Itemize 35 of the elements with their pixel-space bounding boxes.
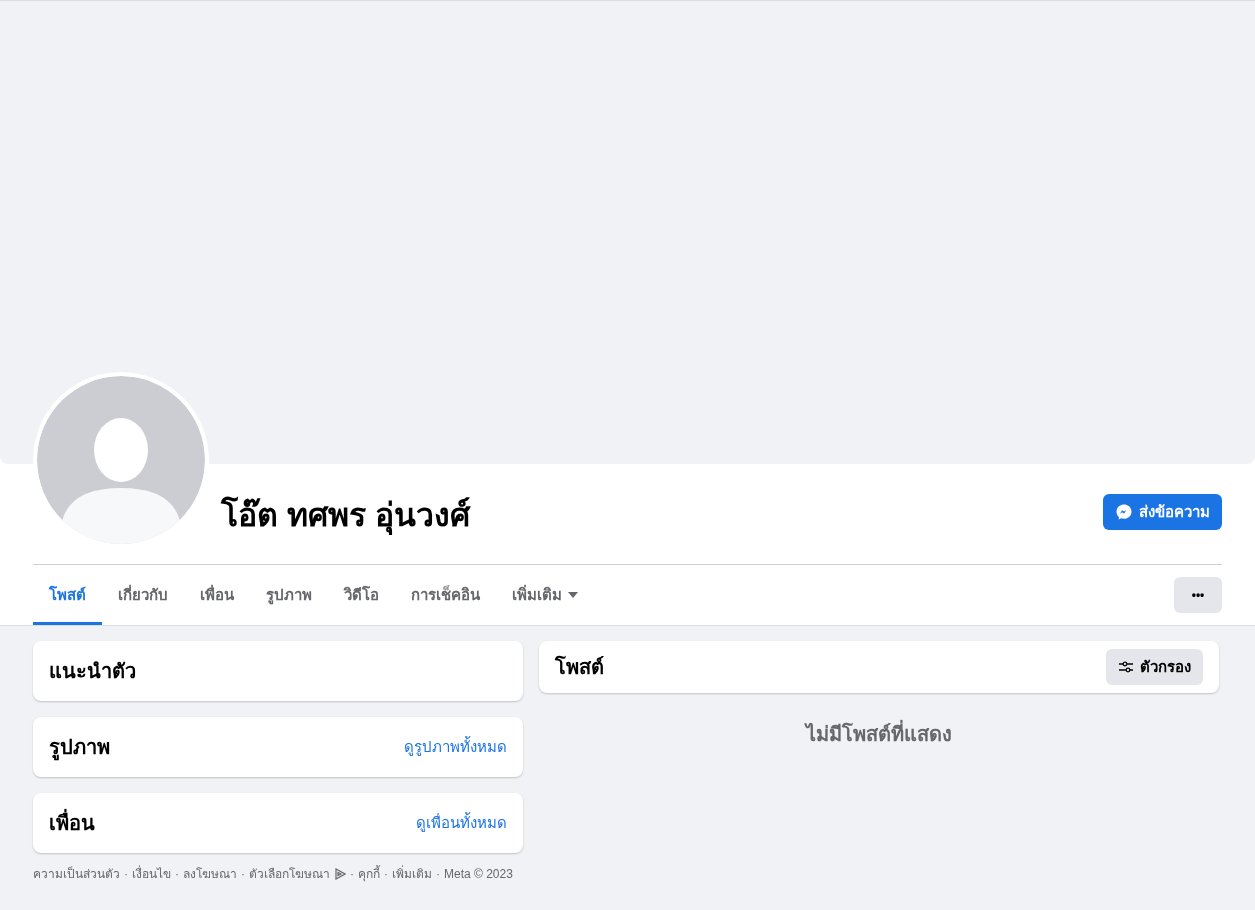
- posts-title: โพสต์: [555, 654, 604, 680]
- card-title: แนะนำตัว: [49, 659, 136, 684]
- footer-link[interactable]: ตัวเลือกโฆษณา: [249, 865, 330, 883]
- profile-tab[interactable]: เกี่ยวกับ: [102, 565, 184, 625]
- profile-tab[interactable]: โพสต์: [33, 565, 102, 625]
- filter-icon: [1118, 660, 1134, 674]
- copyright: Meta © 2023: [444, 866, 513, 883]
- profile-tab[interactable]: รูปภาพ: [250, 565, 328, 625]
- profile-tab[interactable]: วิดีโอ: [328, 565, 395, 625]
- footer-link[interactable]: คุกกี้: [358, 865, 380, 883]
- footer-separator: ·: [241, 866, 245, 883]
- card-title: เพื่อน: [49, 808, 95, 838]
- footer-separator: ·: [436, 866, 440, 883]
- profile-tab[interactable]: การเช็คอิน: [395, 565, 496, 625]
- caret-icon: [568, 592, 578, 598]
- footer-separator: ·: [124, 866, 128, 883]
- footer-link[interactable]: ความเป็นส่วนตัว: [33, 865, 120, 883]
- profile-name: โอ๊ต ทศพร อุ่นวงศ์: [221, 495, 470, 537]
- footer-link[interactable]: เงื่อนไข: [132, 865, 171, 883]
- footer-separator: ·: [384, 866, 388, 883]
- more-options-button[interactable]: •••: [1174, 577, 1222, 613]
- see-all-link[interactable]: ดูรูปภาพทั้งหมด: [404, 735, 507, 759]
- footer-link[interactable]: ลงโฆษณา: [183, 865, 237, 883]
- footer-separator: ·: [175, 866, 179, 883]
- footer-separator: ·: [350, 866, 354, 883]
- see-all-link[interactable]: ดูเพื่อนทั้งหมด: [416, 811, 507, 835]
- footer-link[interactable]: เพิ่มเติม: [392, 865, 432, 883]
- profile-tab[interactable]: เพื่อน: [184, 565, 250, 625]
- filter-button[interactable]: ตัวกรอง: [1106, 649, 1203, 685]
- card-title: รูปภาพ: [49, 732, 110, 762]
- ad-choices-icon: [334, 868, 346, 880]
- messenger-icon: [1115, 503, 1133, 521]
- profile-tab[interactable]: เพิ่มเติม: [496, 565, 594, 625]
- empty-message: ไม่มีโพสต์ที่แสดง: [806, 719, 952, 749]
- send-message-button[interactable]: ส่งข้อความ: [1103, 494, 1222, 530]
